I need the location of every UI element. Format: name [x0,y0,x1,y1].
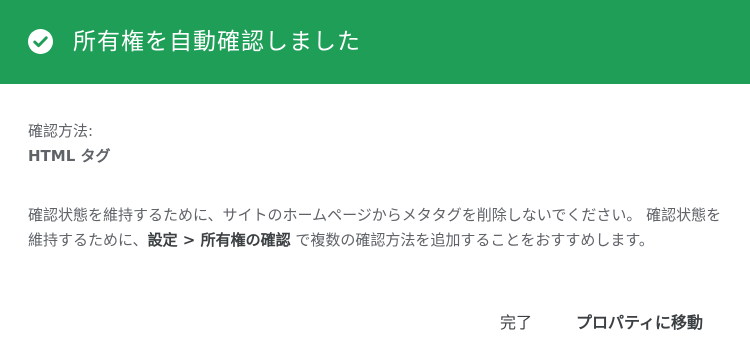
check-circle-icon [28,29,53,54]
done-button[interactable]: 完了 [500,309,532,337]
verification-method-label: 確認方法: [28,122,94,140]
message-text-part2: で複数の確認方法を追加することをおすすめします。 [290,231,654,249]
settings-ownership-reference: 設定 > 所有権の確認 [147,231,291,249]
go-to-property-button[interactable]: プロパティに移動 [576,309,703,337]
verification-method-value: HTML タグ [28,147,111,165]
verification-message: 確認状態を維持するために、サイトのホームページからメタタグを削除しないでください… [28,203,722,253]
dialog-header: 所有権を自動確認しました [0,0,750,84]
dialog-title: 所有権を自動確認しました [73,29,361,55]
